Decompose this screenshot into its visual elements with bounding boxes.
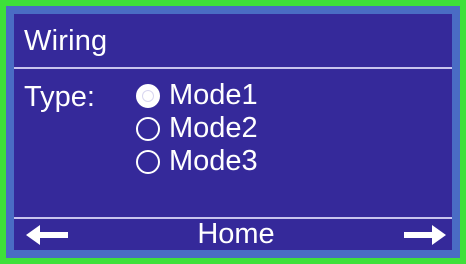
type-label: Type: bbox=[24, 81, 95, 113]
radio-option-mode1[interactable]: Mode1 bbox=[136, 79, 258, 112]
left-arrow-icon[interactable] bbox=[26, 222, 70, 248]
header-divider bbox=[14, 67, 452, 69]
radio-label-mode1: Mode1 bbox=[169, 79, 258, 111]
mode-radio-group: Mode1 Mode2 Mode3 bbox=[136, 79, 258, 178]
page-title: Wiring bbox=[24, 25, 108, 57]
radio-selected-icon[interactable] bbox=[136, 83, 160, 108]
radio-option-mode3[interactable]: Mode3 bbox=[136, 145, 258, 178]
home-button[interactable]: Home bbox=[14, 218, 452, 250]
right-arrow-icon[interactable] bbox=[402, 222, 446, 248]
radio-unselected-icon[interactable] bbox=[136, 116, 160, 141]
radio-label-mode3: Mode3 bbox=[169, 145, 258, 177]
device-frame: Wiring Type: Mode1 Mode2 Mode3 Home bbox=[0, 0, 466, 264]
lcd-screen: Wiring Type: Mode1 Mode2 Mode3 Home bbox=[14, 14, 452, 250]
radio-option-mode2[interactable]: Mode2 bbox=[136, 112, 258, 145]
home-label: Home bbox=[197, 218, 275, 250]
radio-unselected-icon[interactable] bbox=[136, 149, 160, 174]
radio-label-mode2: Mode2 bbox=[169, 112, 258, 144]
